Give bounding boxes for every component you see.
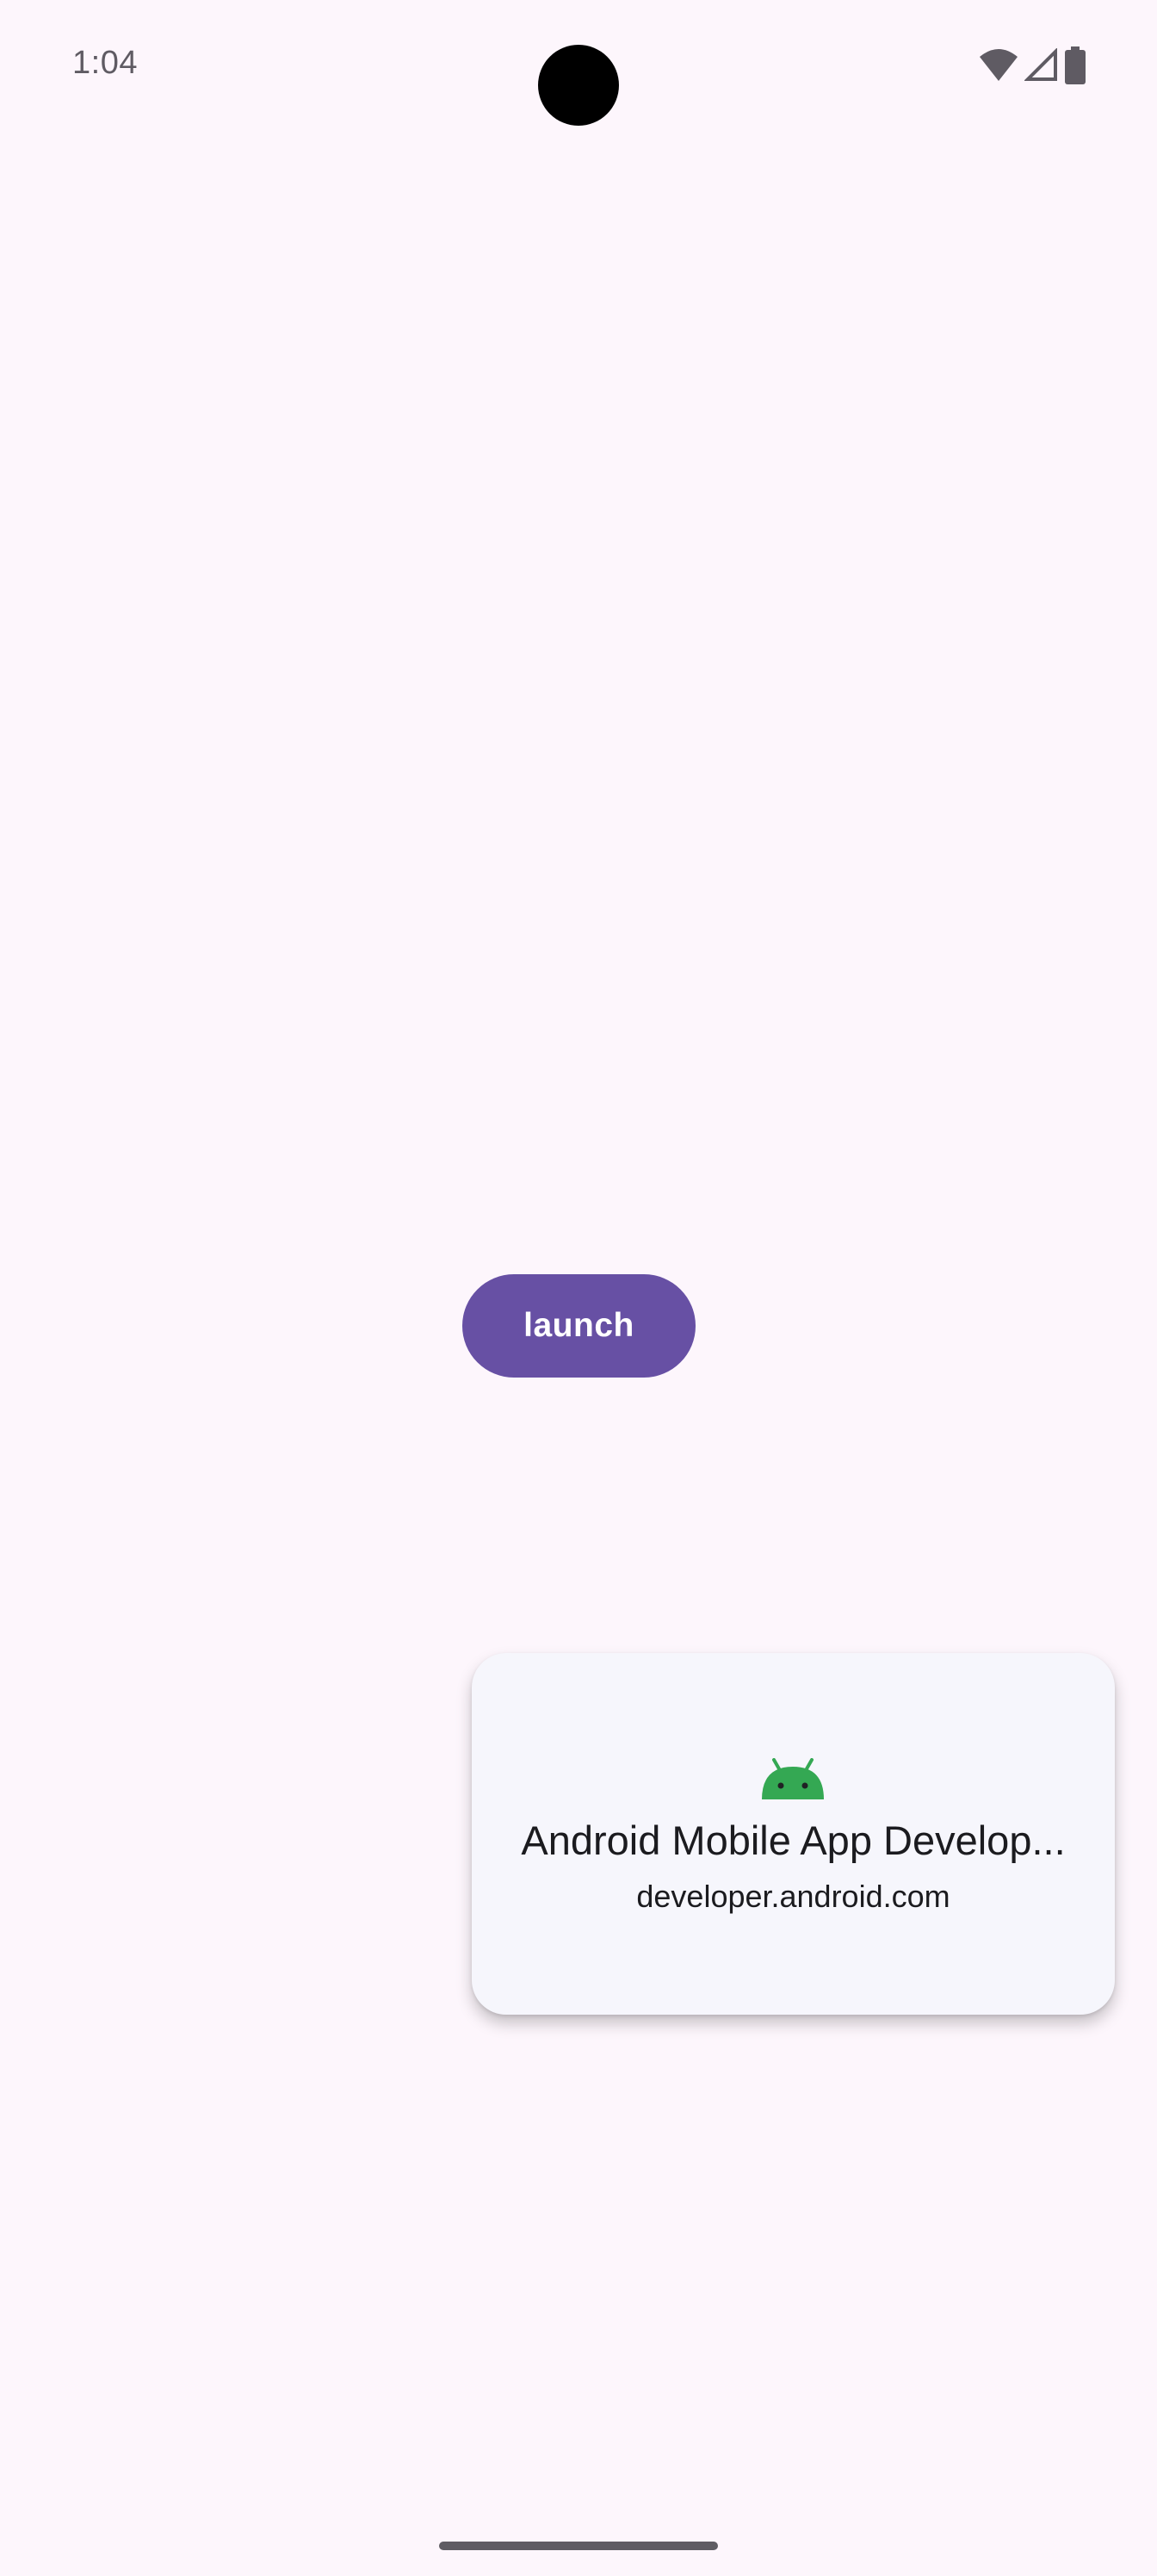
wifi-icon xyxy=(978,48,1019,83)
android-icon xyxy=(760,1758,826,1801)
launch-button[interactable]: launch xyxy=(462,1274,696,1378)
cell-signal-icon xyxy=(1024,48,1059,83)
camera-cutout xyxy=(538,45,619,126)
card-title: Android Mobile App Develop... xyxy=(521,1817,1066,1863)
card-url: developer.android.com xyxy=(636,1879,950,1914)
battery-icon xyxy=(1064,46,1086,84)
status-bar: 1:04 xyxy=(0,0,1157,138)
status-icons xyxy=(978,46,1086,84)
status-time: 1:04 xyxy=(72,45,138,81)
gesture-navigation-bar[interactable] xyxy=(439,2542,718,2550)
link-preview-card[interactable]: Android Mobile App Develop... developer.… xyxy=(472,1653,1115,2015)
